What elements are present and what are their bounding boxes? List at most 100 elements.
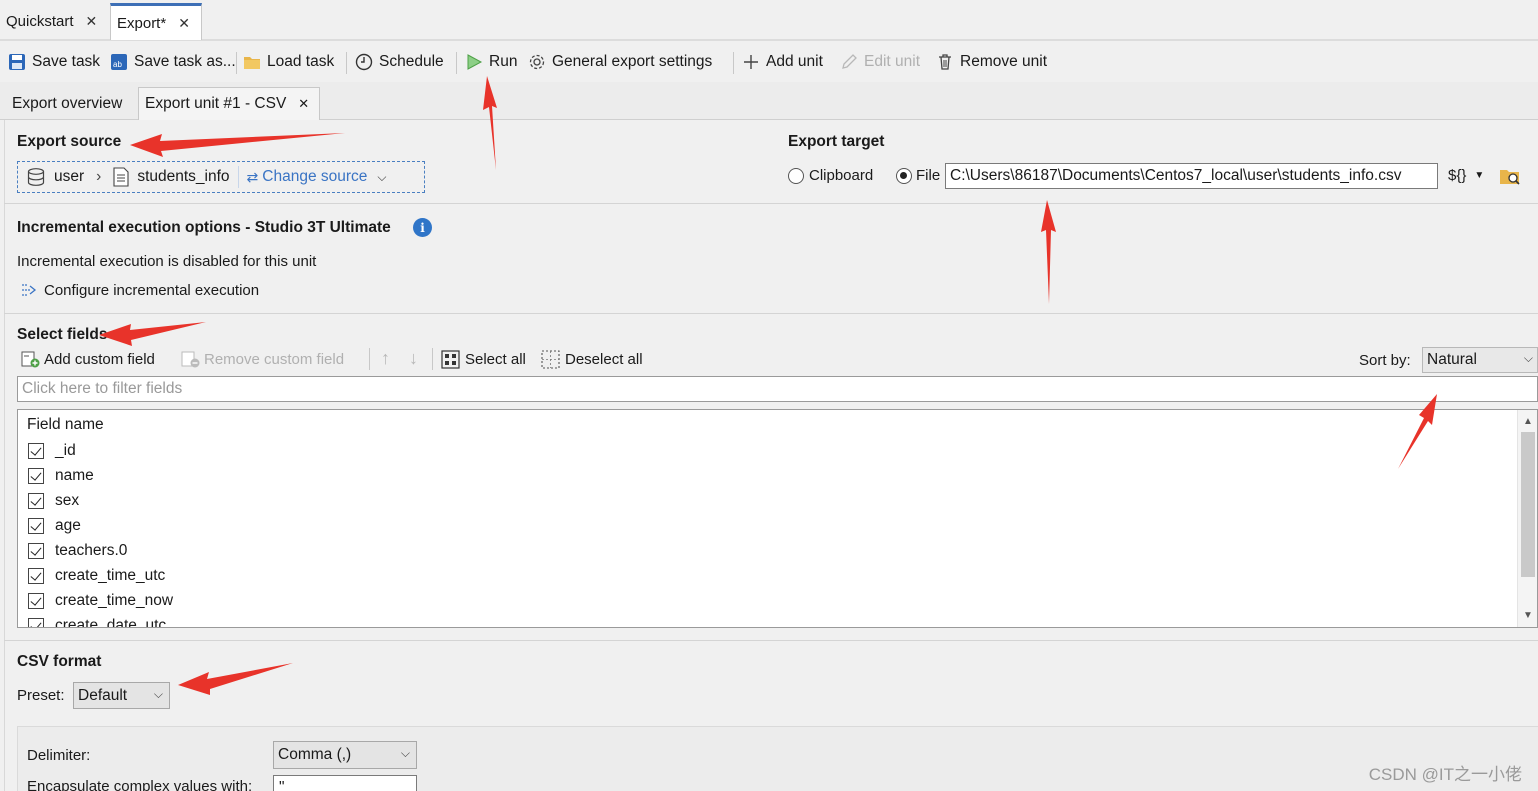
csv-format-heading: CSV format	[17, 653, 102, 670]
run-label: Run	[489, 53, 518, 70]
add-unit-button[interactable]: Add unit	[742, 51, 823, 73]
tab-export-unit-1[interactable]: Export unit #1 - CSV ✕	[138, 87, 320, 120]
field-row[interactable]: name	[28, 465, 94, 487]
field-row[interactable]: create_time_now	[28, 590, 173, 612]
trash-icon	[936, 53, 954, 71]
save-task-button[interactable]: Save task	[8, 51, 100, 73]
file-path-input[interactable]: C:\Users\86187\Documents\Centos7_local\u…	[945, 163, 1438, 189]
change-source-button[interactable]: ⇄ Change source ⌵	[239, 162, 395, 192]
clipboard-radio[interactable]: Clipboard	[788, 167, 873, 184]
export-source-heading: Export source	[17, 133, 122, 150]
move-up-icon[interactable]: ↑	[381, 348, 390, 369]
gear-icon	[528, 53, 546, 71]
vertical-scrollbar[interactable]: ▲ ▼	[1517, 410, 1537, 627]
source-collection[interactable]: students_info	[109, 162, 237, 192]
field-row[interactable]: age	[28, 515, 81, 537]
checkbox[interactable]	[28, 543, 44, 559]
file-label: File	[916, 167, 941, 184]
field-row[interactable]: create_date_utc	[28, 615, 167, 628]
checkbox[interactable]	[28, 618, 44, 627]
load-task-button[interactable]: Load task	[243, 51, 334, 73]
deselect-all-button[interactable]: Deselect all	[541, 350, 643, 369]
chevron-down-icon: ⌵	[153, 687, 163, 701]
browse-folder-icon[interactable]	[1499, 165, 1521, 191]
field-name: create_time_now	[55, 592, 174, 609]
add-custom-field-button[interactable]: Add custom field	[21, 350, 155, 369]
radio-button[interactable]	[788, 167, 804, 184]
field-row[interactable]: sex	[28, 490, 79, 512]
file-radio[interactable]: File	[896, 167, 940, 184]
field-name: _id	[55, 442, 76, 459]
radio-button[interactable]	[896, 167, 912, 184]
select-all-button[interactable]: Select all	[441, 350, 526, 369]
remove-unit-button[interactable]: Remove unit	[936, 51, 1047, 73]
remove-unit-label: Remove unit	[960, 53, 1048, 70]
tab-label: Quickstart	[6, 13, 74, 30]
select-fields-heading: Select fields	[17, 326, 108, 343]
checkbox[interactable]	[28, 518, 44, 534]
save-task-as-label: Save task as...	[134, 53, 236, 70]
move-down-icon[interactable]: ↓	[409, 348, 418, 369]
checkbox[interactable]	[28, 443, 44, 459]
incremental-icon	[20, 281, 39, 300]
dropdown-arrow-icon: ▼	[1474, 170, 1485, 181]
close-icon[interactable]: ✕	[86, 13, 98, 30]
field-name: age	[55, 517, 81, 534]
field-row[interactable]: create_time_utc	[28, 565, 165, 587]
variables-button[interactable]: ${} ▼	[1448, 167, 1484, 184]
tab-export-overview[interactable]: Export overview	[6, 87, 128, 120]
clipboard-label: Clipboard	[809, 167, 874, 184]
tab-label: Export overview	[12, 94, 123, 112]
scroll-down-icon[interactable]: ▼	[1523, 610, 1533, 621]
tab-export[interactable]: Export* ✕	[110, 3, 202, 40]
chevron-down-icon: ⌵	[1523, 351, 1533, 365]
encapsulate-label: Encapsulate complex values with:	[27, 778, 253, 791]
svg-text:ab: ab	[113, 60, 122, 69]
configure-incremental-link[interactable]: Configure incremental execution	[20, 281, 259, 300]
run-button[interactable]: Run	[465, 51, 517, 73]
field-list: Field name _id name sex age teachers.0 c…	[17, 409, 1538, 628]
delimiter-select[interactable]: Comma (,) ⌵	[273, 741, 417, 769]
general-export-settings-button[interactable]: General export settings	[528, 51, 712, 73]
info-icon[interactable]: i	[413, 218, 432, 237]
remove-custom-field-button[interactable]: Remove custom field	[181, 350, 344, 369]
checkbox[interactable]	[28, 468, 44, 484]
field-row[interactable]: teachers.0	[28, 540, 127, 562]
field-name: teachers.0	[55, 542, 128, 559]
close-icon[interactable]: ✕	[298, 96, 309, 112]
tab-label: Export*	[117, 14, 167, 32]
clock-icon	[355, 53, 373, 71]
field-row[interactable]: _id	[28, 440, 76, 462]
preset-select[interactable]: Default ⌵	[73, 682, 170, 709]
change-source-label: Change source	[262, 168, 368, 185]
chevron-down-icon: ⌵	[400, 746, 410, 760]
sort-by-select[interactable]: Natural ⌵	[1422, 347, 1538, 373]
filter-fields-input[interactable]: Click here to filter fields	[17, 376, 1538, 402]
remove-custom-field-label: Remove custom field	[204, 351, 345, 368]
pencil-icon	[840, 53, 858, 71]
source-database[interactable]: user ›	[18, 162, 109, 192]
close-icon[interactable]: ✕	[178, 15, 190, 32]
schedule-label: Schedule	[379, 53, 444, 70]
edit-unit-button[interactable]: Edit unit	[840, 51, 920, 73]
checkbox[interactable]	[28, 593, 44, 609]
incremental-status: Incremental execution is disabled for th…	[17, 253, 317, 270]
field-name: name	[55, 467, 94, 484]
tab-label: Export unit #1 - CSV	[145, 95, 287, 112]
field-name: create_date_utc	[55, 617, 167, 628]
schedule-button[interactable]: Schedule	[355, 51, 444, 73]
field-name: sex	[55, 492, 80, 509]
encapsulate-input[interactable]: "	[273, 775, 417, 791]
play-icon	[465, 53, 483, 71]
variables-label: ${}	[1448, 167, 1467, 184]
tab-quickstart[interactable]: Quickstart ✕	[0, 4, 108, 39]
scrollbar-thumb[interactable]	[1521, 432, 1535, 577]
checkbox[interactable]	[28, 568, 44, 584]
document-tab-bar: Quickstart ✕ Export* ✕	[0, 0, 1538, 41]
incremental-heading: Incremental execution options - Studio 3…	[17, 219, 391, 236]
save-as-icon: ab	[110, 53, 128, 71]
save-task-as-button[interactable]: ab Save task as...	[110, 51, 236, 73]
checkbox[interactable]	[28, 493, 44, 509]
scroll-up-icon[interactable]: ▲	[1523, 416, 1533, 427]
swap-icon: ⇄	[246, 168, 259, 185]
